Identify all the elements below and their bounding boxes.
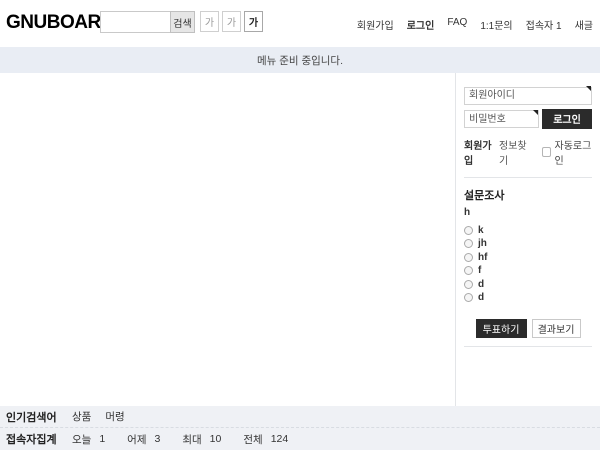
search-button[interactable]: 검색 [170, 11, 195, 33]
stat-label-max: 최대 [182, 432, 201, 447]
radio-button[interactable] [464, 266, 473, 275]
header: GNUBOARD5 검색 가 가 가 회원가입 로그인 FAQ 1:1문의 접속… [0, 0, 600, 47]
poll-option: jh [464, 237, 592, 251]
password-row: 로그인 [464, 109, 592, 129]
visitor-stats-title: 접속자집계 [6, 431, 72, 447]
radio-button[interactable] [464, 226, 473, 235]
menu-visitors[interactable]: 접속자 1 [526, 17, 562, 32]
poll-option-label[interactable]: k [478, 225, 484, 236]
font-size-small-button[interactable]: 가 [200, 11, 219, 32]
page: GNUBOARD5 검색 가 가 가 회원가입 로그인 FAQ 1:1문의 접속… [0, 0, 600, 450]
poll-option: hf [464, 251, 592, 265]
menu-faq[interactable]: FAQ [447, 17, 467, 32]
poll-title: 설문조사 [464, 187, 592, 203]
top-menu: 회원가입 로그인 FAQ 1:1문의 접속자 1 새글 [357, 17, 593, 32]
radio-button[interactable] [464, 280, 473, 289]
radio-button[interactable] [464, 253, 473, 262]
input-corner-decoration [586, 86, 591, 91]
poll-buttons: 투표하기 결과보기 [464, 319, 592, 338]
password-input[interactable] [464, 110, 539, 128]
password-wrap [464, 109, 539, 129]
radio-button[interactable] [464, 239, 473, 248]
stat-value-yesterday: 3 [155, 433, 161, 445]
poll-question: h [464, 207, 592, 218]
login-links: 회원가입 정보찾기 자동로그인 [464, 137, 592, 167]
search-box: 검색 [100, 11, 195, 33]
radio-button[interactable] [464, 293, 473, 302]
popular-keyword-link[interactable]: 상품 [72, 409, 91, 424]
poll-option: k [464, 224, 592, 238]
stat-label-today: 오늘 [72, 432, 91, 447]
vote-button[interactable]: 투표하기 [476, 319, 527, 338]
poll-option-label[interactable]: hf [478, 252, 487, 263]
login-button[interactable]: 로그인 [542, 109, 592, 129]
input-corner-decoration [533, 110, 538, 115]
font-size-medium-button[interactable]: 가 [222, 11, 241, 32]
stat-value-today: 1 [99, 433, 105, 445]
poll-options: k jh hf f d [464, 224, 592, 305]
notice-bar: 메뉴 준비 중입니다. [0, 47, 600, 73]
stat-value-total: 124 [271, 433, 289, 445]
member-id-input[interactable] [464, 87, 592, 105]
poll-box: 설문조사 h k jh hf [464, 178, 592, 347]
menu-new-posts[interactable]: 새글 [575, 17, 593, 32]
font-size-large-button[interactable]: 가 [244, 11, 263, 32]
visitor-stats-row: 접속자집계 오늘 1 어제 3 최대 10 전체 124 [0, 427, 600, 450]
main-content: 로그인 회원가입 정보찾기 자동로그인 설문조사 h k [0, 73, 600, 406]
footer: 인기검색어 상품 머령 접속자집계 오늘 1 어제 3 최대 10 전체 124 [0, 406, 600, 450]
find-info-link[interactable]: 정보찾기 [499, 137, 529, 167]
poll-option-label[interactable]: f [478, 265, 481, 276]
poll-option-label[interactable]: jh [478, 238, 487, 249]
poll-option-label[interactable]: d [478, 292, 484, 303]
stat-label-total: 전체 [243, 432, 262, 447]
poll-option: d [464, 291, 592, 305]
notice-text: 메뉴 준비 중입니다. [257, 53, 343, 68]
menu-register[interactable]: 회원가입 [357, 17, 394, 32]
popular-keywords-row: 인기검색어 상품 머령 [0, 406, 600, 427]
auto-login-checkbox[interactable] [542, 147, 551, 157]
member-id-wrap [464, 85, 592, 105]
sidebar: 로그인 회원가입 정보찾기 자동로그인 설문조사 h k [455, 73, 600, 406]
search-input[interactable] [100, 11, 170, 33]
stat-label-yesterday: 어제 [127, 432, 146, 447]
auto-login-label[interactable]: 자동로그인 [555, 137, 592, 167]
login-box: 로그인 회원가입 정보찾기 자동로그인 [464, 85, 592, 178]
poll-option: d [464, 278, 592, 292]
popular-keywords-title: 인기검색어 [6, 409, 72, 425]
menu-login[interactable]: 로그인 [407, 17, 435, 32]
menu-qna[interactable]: 1:1문의 [480, 17, 512, 32]
popular-keyword-link[interactable]: 머령 [105, 409, 124, 424]
poll-option: f [464, 264, 592, 278]
poll-option-label[interactable]: d [478, 279, 484, 290]
stat-value-max: 10 [210, 433, 222, 445]
register-link[interactable]: 회원가입 [464, 137, 494, 167]
font-size-buttons: 가 가 가 [200, 11, 263, 32]
poll-result-button[interactable]: 결과보기 [532, 319, 581, 338]
